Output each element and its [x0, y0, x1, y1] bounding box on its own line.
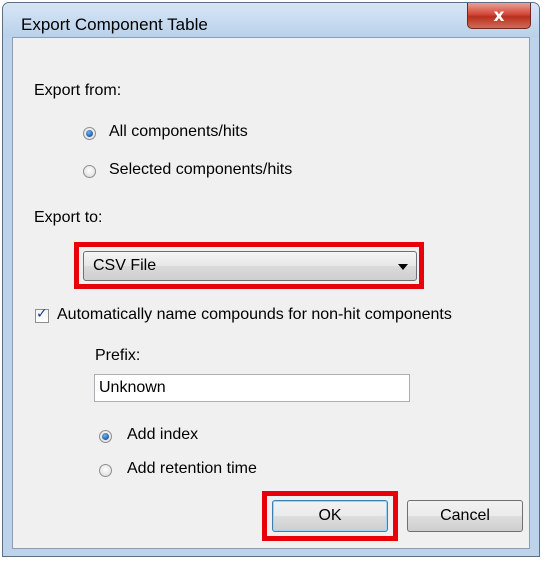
radio-selected-components[interactable] — [83, 165, 96, 178]
title-bar[interactable]: Export Component Table x — [3, 3, 539, 37]
radio-selected-components-label[interactable]: Selected components/hits — [109, 161, 292, 179]
cancel-button[interactable]: Cancel — [407, 500, 523, 532]
checkmark-icon: ✓ — [36, 306, 48, 322]
export-to-label: Export to: — [34, 209, 103, 226]
dialog-body: Export from: All components/hits Selecte… — [12, 37, 530, 549]
prefix-input-value: Unknown — [99, 379, 166, 396]
radio-add-index-label[interactable]: Add index — [127, 426, 198, 444]
auto-name-label[interactable]: Automatically name compounds for non-hit… — [57, 306, 452, 324]
radio-add-retention-time-label[interactable]: Add retention time — [127, 460, 257, 478]
radio-all-components[interactable] — [83, 127, 96, 140]
ok-button[interactable]: OK — [272, 500, 388, 532]
dialog-window: Export Component Table x Export from: Al… — [2, 2, 540, 557]
dialog-title: Export Component Table — [21, 15, 208, 34]
radio-add-index[interactable] — [99, 430, 112, 443]
close-icon: x — [493, 5, 505, 26]
prefix-label: Prefix: — [95, 347, 141, 364]
chevron-down-icon — [398, 264, 408, 270]
prefix-input[interactable]: Unknown — [94, 374, 410, 402]
auto-name-checkbox[interactable]: ✓ — [35, 306, 49, 323]
export-format-dropdown[interactable]: CSV File — [83, 251, 417, 281]
export-format-value: CSV File — [93, 257, 157, 274]
close-button[interactable]: x — [467, 3, 531, 29]
radio-add-retention-time[interactable] — [99, 464, 112, 477]
radio-all-components-label[interactable]: All components/hits — [109, 123, 248, 141]
export-from-label: Export from: — [34, 82, 122, 99]
